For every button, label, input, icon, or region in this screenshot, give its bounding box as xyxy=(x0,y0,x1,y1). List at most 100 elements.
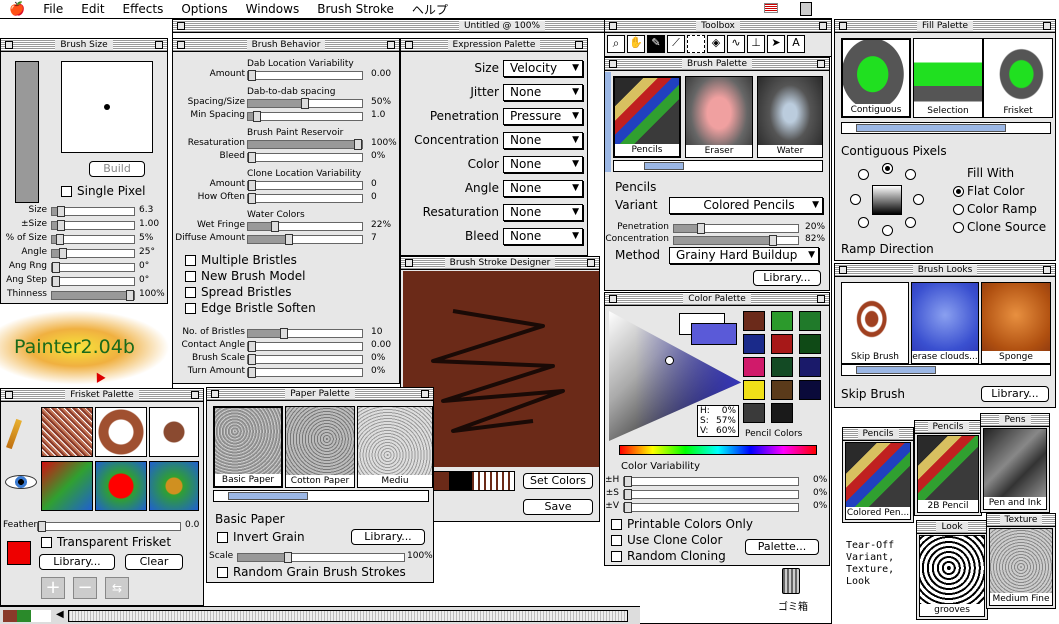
brush-size-slider[interactable] xyxy=(51,290,135,301)
expression-select[interactable]: None xyxy=(503,132,583,149)
stroke-pattern-icon[interactable] xyxy=(471,471,515,491)
brush-size-slider-knob[interactable] xyxy=(57,220,65,231)
brush-size-slider[interactable] xyxy=(51,234,135,245)
color-option-checkbox[interactable] xyxy=(611,535,622,546)
variability-slider[interactable] xyxy=(623,489,799,500)
color-swatch[interactable] xyxy=(743,403,765,423)
fill-palette-title-bar[interactable]: Fill Palette xyxy=(835,20,1055,33)
set-colors-button[interactable]: Set Colors xyxy=(523,473,593,489)
brush-palette-slider[interactable] xyxy=(673,223,799,234)
color-ramp-radio[interactable] xyxy=(953,204,964,215)
behavior-slider-knob[interactable] xyxy=(301,98,309,109)
frisket-thumb-2[interactable] xyxy=(95,407,147,457)
behavior-slider-knob[interactable] xyxy=(248,341,256,352)
color-option-checkbox[interactable] xyxy=(611,551,622,562)
expression-select[interactable]: None xyxy=(503,228,583,245)
color-swatch[interactable] xyxy=(743,357,765,377)
behavior-slider-knob[interactable] xyxy=(248,193,256,204)
behavior-checkbox[interactable] xyxy=(185,303,196,314)
behavior-slider-knob[interactable] xyxy=(280,328,288,339)
brush-size-slider-knob[interactable] xyxy=(57,206,65,217)
behavior-slider[interactable] xyxy=(247,152,363,163)
variant-select[interactable]: Colored Pencils xyxy=(669,197,823,214)
behavior-slider-knob[interactable] xyxy=(354,139,362,150)
add-icon[interactable]: + xyxy=(41,577,65,599)
text-tool-icon[interactable]: A xyxy=(787,35,805,53)
behavior-slider[interactable] xyxy=(247,111,363,122)
paper-scale-slider[interactable] xyxy=(237,552,405,563)
behavior-slider-knob[interactable] xyxy=(285,234,293,245)
arrow-tool-icon[interactable]: ➤ xyxy=(767,35,785,53)
brush-library-button[interactable]: Library... xyxy=(753,270,821,286)
paper-title-bar[interactable]: Paper Palette xyxy=(207,388,433,401)
frisket-thumb-1[interactable] xyxy=(41,407,93,457)
scroll-left-icon[interactable]: ◀ xyxy=(56,609,64,620)
brush-palette-slider[interactable] xyxy=(673,235,799,246)
behavior-checkbox[interactable] xyxy=(185,255,196,266)
color-picker-ring[interactable] xyxy=(665,356,674,365)
hue-bar[interactable] xyxy=(619,445,817,455)
frisket-thumb-3[interactable] xyxy=(149,407,199,457)
behavior-slider[interactable] xyxy=(247,221,363,232)
color-swatch[interactable] xyxy=(771,403,793,423)
frisket-library-button[interactable]: Library... xyxy=(39,554,115,570)
brush-thumb-pencils[interactable]: Pencils xyxy=(613,76,681,158)
behavior-slider[interactable] xyxy=(247,367,363,378)
look-skip-brush[interactable]: Skip Brush xyxy=(841,282,909,364)
toolbox-title-bar[interactable]: Toolbox xyxy=(605,20,831,33)
primary-color[interactable] xyxy=(691,323,737,345)
menu-brush-stroke[interactable]: Brush Stroke xyxy=(308,2,403,16)
save-button[interactable]: Save xyxy=(523,499,593,515)
brush-size-slider-knob[interactable] xyxy=(59,248,67,259)
behavior-slider[interactable] xyxy=(247,328,363,339)
stamp-tool-icon[interactable]: ⊥ xyxy=(747,35,765,53)
remove-icon[interactable]: − xyxy=(73,577,97,599)
color-swatch[interactable] xyxy=(799,380,821,400)
fill-scrollbar[interactable] xyxy=(841,122,1051,134)
tearoff-look[interactable]: Look grooves xyxy=(916,520,988,620)
look-sponge[interactable]: Sponge xyxy=(981,282,1051,364)
color-swatch[interactable] xyxy=(743,380,765,400)
brush-size-slider[interactable] xyxy=(51,248,135,259)
menu-options[interactable]: Options xyxy=(172,2,236,16)
brush-palette-slider-knob[interactable] xyxy=(697,223,705,234)
brush-size-slider[interactable] xyxy=(51,220,135,231)
menu-effects[interactable]: Effects xyxy=(114,2,173,16)
build-button[interactable]: Build xyxy=(89,161,145,177)
tearoff-pens[interactable]: Pens Pen and Ink xyxy=(980,413,1050,513)
brush-size-slider-knob[interactable] xyxy=(52,262,60,273)
menu-help[interactable]: ヘルプ xyxy=(403,1,457,18)
apple-menu-icon[interactable]: 🍎 xyxy=(0,2,34,17)
frisket-color-swatch[interactable] xyxy=(7,541,31,565)
brush-tool-icon[interactable]: ✎ xyxy=(647,35,665,53)
behavior-slider[interactable] xyxy=(247,341,363,352)
behavior-slider-knob[interactable] xyxy=(248,354,256,365)
expression-select[interactable]: None xyxy=(503,84,583,101)
behavior-slider[interactable] xyxy=(247,98,363,109)
color-swatch[interactable] xyxy=(743,311,765,331)
brush-palette-title-bar[interactable]: Brush Palette xyxy=(605,58,829,71)
brush-thumb-water[interactable]: Water xyxy=(757,76,823,158)
stroke-designer-title-bar[interactable]: Brush Stroke Designer xyxy=(401,257,599,270)
rect-select-tool-icon[interactable] xyxy=(687,35,705,53)
transparent-frisket-checkbox[interactable] xyxy=(41,537,52,548)
variability-slider[interactable] xyxy=(623,476,799,487)
fill-frisket-thumb[interactable]: Frisket xyxy=(983,38,1053,118)
brush-thumb-eraser[interactable]: Eraser xyxy=(685,76,753,158)
look-erase-clouds[interactable]: erase clouds... xyxy=(911,282,979,364)
frisket-clear-button[interactable]: Clear xyxy=(125,554,183,570)
eye-icon[interactable] xyxy=(5,475,37,489)
tearoff-pencils-2b[interactable]: Pencils 2B Pencil xyxy=(914,420,982,516)
brush-size-slider-knob[interactable] xyxy=(56,234,64,245)
expression-title-bar[interactable]: Expression Palette xyxy=(401,39,587,52)
horizontal-scrollbar[interactable] xyxy=(68,610,628,622)
app-icon[interactable] xyxy=(800,2,812,16)
flat-color-radio[interactable] xyxy=(953,186,964,197)
color-swatch[interactable] xyxy=(771,334,793,354)
feather-slider[interactable] xyxy=(37,521,181,532)
variability-slider[interactable] xyxy=(623,502,799,513)
menu-edit[interactable]: Edit xyxy=(72,2,113,16)
tearoff-pencils[interactable]: Pencils Colored Pen... xyxy=(842,427,914,523)
ramp-direction-control[interactable] xyxy=(847,160,927,240)
brush-size-slider-knob[interactable] xyxy=(126,290,134,301)
